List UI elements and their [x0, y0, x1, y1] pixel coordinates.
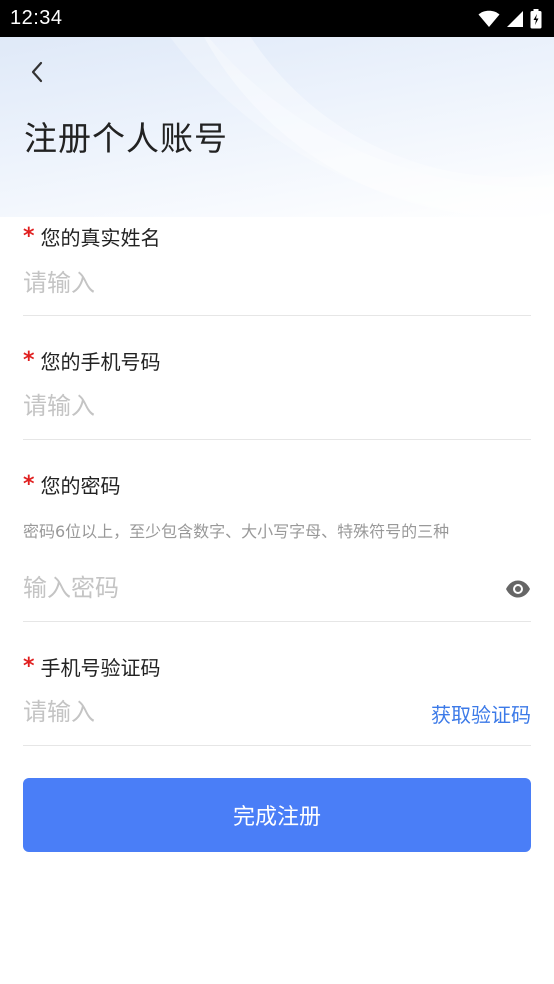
- status-icons: [478, 8, 542, 29]
- phone-field: * 您的手机号码: [23, 344, 531, 440]
- phone-label-text: 您的手机号码: [40, 350, 161, 374]
- get-verification-code-link[interactable]: 获取验证码: [431, 699, 531, 728]
- password-label-text: 您的密码: [40, 474, 121, 498]
- phone-input[interactable]: [23, 386, 483, 426]
- sms-code-label-text: 手机号验证码: [40, 656, 161, 680]
- toggle-password-visibility-button[interactable]: [505, 579, 531, 599]
- battery-charging-icon: [530, 8, 542, 28]
- password-label: * 您的密码: [23, 470, 121, 499]
- back-button[interactable]: [22, 56, 52, 88]
- cellular-signal-icon: [507, 10, 523, 27]
- sms-code-field: * 手机号验证码 获取验证码: [23, 650, 531, 747]
- sms-code-divider: [23, 745, 531, 746]
- status-time: 12:34: [10, 7, 63, 29]
- password-hint: 密码6位以上，至少包含数字、大小写字母、特殊符号的三种: [23, 522, 450, 541]
- status-bar: 12:34: [0, 0, 554, 37]
- password-input[interactable]: [23, 568, 483, 608]
- required-mark: *: [23, 654, 35, 679]
- eye-icon: [506, 580, 530, 598]
- phone-label: * 您的手机号码: [23, 346, 161, 375]
- name-label: * 您的真实姓名: [23, 222, 161, 251]
- complete-registration-button[interactable]: 完成注册: [23, 778, 531, 852]
- required-mark: *: [23, 472, 35, 497]
- name-divider: [23, 315, 531, 316]
- password-divider: [23, 621, 531, 622]
- sms-code-label: * 手机号验证码: [23, 652, 161, 681]
- page-title: 注册个人账号: [24, 119, 228, 158]
- name-input[interactable]: [23, 263, 483, 303]
- phone-divider: [23, 439, 531, 440]
- name-field: * 您的真实姓名: [23, 220, 531, 316]
- name-label-text: 您的真实姓名: [40, 226, 161, 250]
- sms-code-input[interactable]: [23, 692, 403, 732]
- password-field: * 您的密码 密码6位以上，至少包含数字、大小写字母、特殊符号的三种: [23, 468, 531, 623]
- wifi-icon: [478, 10, 500, 27]
- chevron-left-icon: [31, 61, 43, 83]
- required-mark: *: [23, 348, 35, 373]
- required-mark: *: [23, 224, 35, 249]
